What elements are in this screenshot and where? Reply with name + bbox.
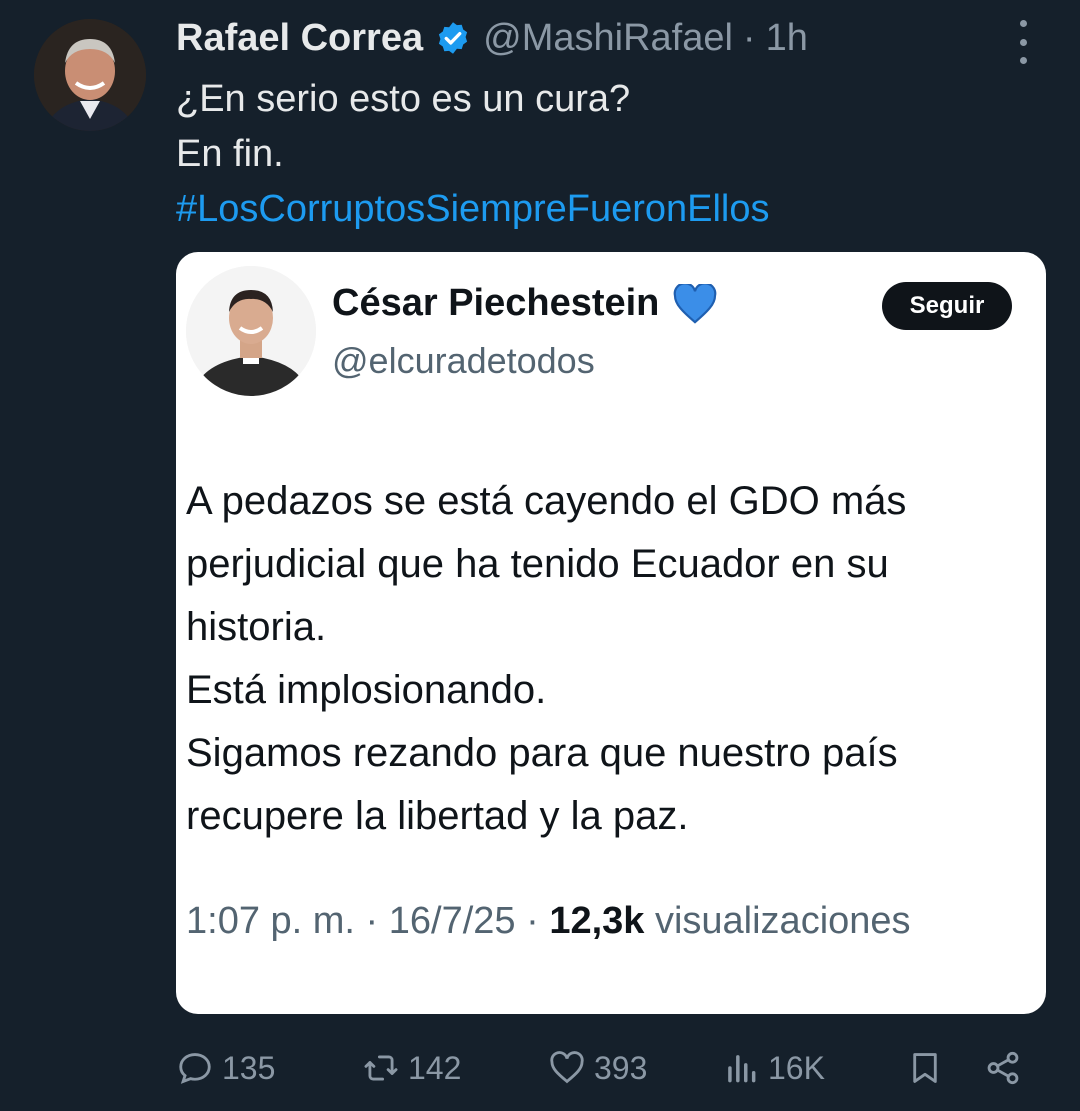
bookmark-icon bbox=[913, 1053, 937, 1083]
quoted-text-line: historia. bbox=[186, 605, 327, 649]
like-count: 393 bbox=[594, 1049, 648, 1086]
views-icon bbox=[728, 1055, 756, 1083]
bookmark-button[interactable] bbox=[906, 1042, 944, 1094]
author-name[interactable]: Rafael Correa bbox=[176, 17, 423, 60]
share-button[interactable] bbox=[984, 1042, 1022, 1094]
retweet-count: 142 bbox=[408, 1049, 462, 1086]
quoted-author-name[interactable]: César Piechestein bbox=[332, 282, 659, 325]
follow-button[interactable]: Seguir bbox=[882, 282, 1012, 330]
tweet-text-line: ¿En serio esto es un cura? bbox=[176, 78, 631, 120]
retweet-button[interactable]: 142 bbox=[362, 1042, 461, 1094]
quoted-text-line: Sigamos rezando para que nuestro país bbox=[186, 731, 898, 775]
tweet-text-line: En fin. bbox=[176, 133, 284, 175]
quoted-author-avatar[interactable] bbox=[186, 266, 316, 396]
quoted-timestamp[interactable]: 1:07 p. m. · 16/7/25 · bbox=[186, 900, 549, 942]
reply-button[interactable]: 135 bbox=[176, 1042, 275, 1094]
quoted-author-name-row: César Piechestein bbox=[332, 282, 717, 325]
author-avatar[interactable] bbox=[34, 19, 146, 131]
quoted-views-count: 12,3k bbox=[549, 900, 645, 942]
views-button[interactable]: 16K bbox=[722, 1042, 825, 1094]
views-count: 16K bbox=[768, 1049, 825, 1086]
verified-badge-icon bbox=[439, 22, 468, 54]
like-icon bbox=[550, 1051, 584, 1084]
blue-heart-icon bbox=[674, 283, 717, 324]
hashtag-link[interactable]: #LosCorruptosSiempreFueronEllos bbox=[176, 182, 770, 237]
like-button[interactable]: 393 bbox=[548, 1042, 647, 1094]
retweet-icon bbox=[364, 1055, 398, 1081]
separator-dot: · bbox=[742, 16, 756, 59]
quoted-text-line: recupere la libertad y la paz. bbox=[186, 794, 689, 838]
author-handle[interactable]: @MashiRafael bbox=[483, 17, 733, 60]
reply-icon bbox=[179, 1053, 211, 1084]
tweet-time[interactable]: 1h bbox=[766, 17, 808, 60]
quoted-tweet-meta: 1:07 p. m. · 16/7/25 · 12,3k visualizaci… bbox=[186, 900, 911, 943]
quoted-text-line: A pedazos se está cayendo el GDO más bbox=[186, 479, 907, 523]
quoted-author-handle[interactable]: @elcuradetodos bbox=[332, 340, 595, 382]
tweet-header: Rafael Correa @MashiRafael · 1h bbox=[176, 14, 808, 62]
quoted-tweet-text: A pedazos se está cayendo el GDO más per… bbox=[186, 470, 1036, 848]
quoted-text-line: Está implosionando. bbox=[186, 668, 547, 712]
more-icon[interactable] bbox=[1008, 20, 1038, 64]
tweet-text: ¿En serio esto es un cura? En fin. #LosC… bbox=[176, 72, 770, 237]
quoted-text-line: perjudicial que ha tenido Ecuador en su bbox=[186, 542, 889, 586]
share-icon bbox=[987, 1051, 1019, 1085]
tweet-actions-bar: 135 142 393 16K bbox=[176, 1042, 1036, 1094]
quoted-tweet-card[interactable]: César Piechestein @elcuradetodos Seguir … bbox=[176, 252, 1046, 1014]
reply-count: 135 bbox=[222, 1049, 276, 1086]
quoted-views-label: visualizaciones bbox=[644, 900, 911, 942]
